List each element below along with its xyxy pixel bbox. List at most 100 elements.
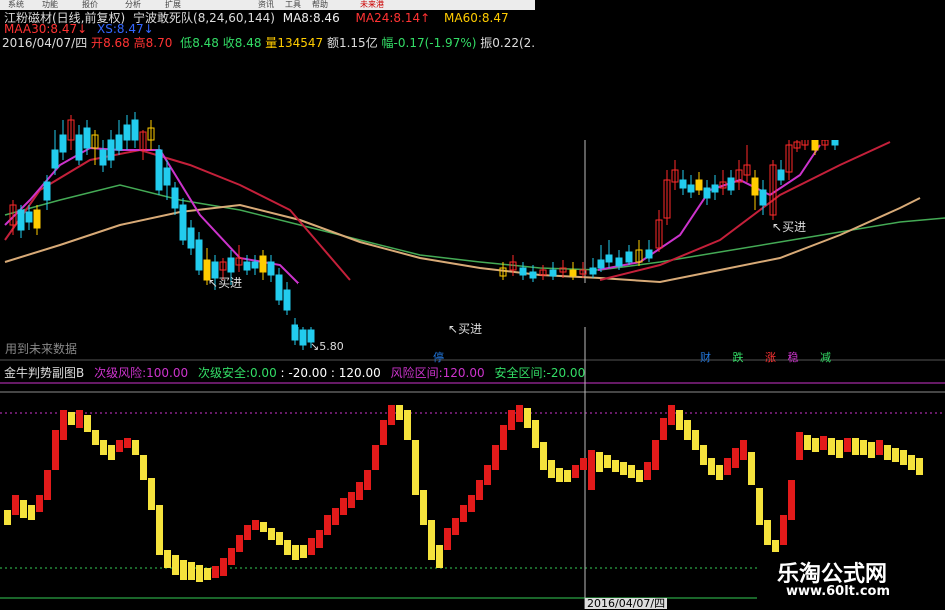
volume-label: 量: [265, 36, 278, 50]
oscillator-bar: [588, 450, 595, 490]
oscillator-bar: [188, 562, 195, 580]
amplitude-value: 0.22(2.: [492, 36, 536, 50]
maa30-value: 8.47↓: [50, 22, 88, 36]
candle-body: [251, 261, 259, 269]
occlusion-box-top: [535, 0, 945, 140]
open-value: 8.68: [103, 36, 130, 50]
candle-body: [179, 204, 187, 241]
candle-body: [519, 267, 527, 276]
oscillator-bar: [748, 452, 755, 485]
ma8-line-right: [597, 144, 821, 271]
ma60-value: 8.47: [481, 11, 509, 25]
oscillator-bar: [316, 530, 323, 548]
oscillator-bar: [412, 440, 419, 495]
sub-chart-title: 金牛判势副图B: [4, 366, 85, 380]
oscillator-bar: [788, 480, 795, 520]
info-line-3: 2016/04/07/四 开8.68 高8.70 低8.48 收8.48 量13…: [2, 35, 535, 52]
oscillator-bar: [172, 555, 179, 575]
oscillator-bar: [300, 545, 307, 558]
bottom-date-label: 2016/04/07/四: [585, 597, 668, 610]
oscillator-bar: [196, 565, 203, 582]
oscillator-bar: [844, 438, 851, 452]
candle-body: [259, 255, 267, 273]
oscillator-bar: [476, 480, 483, 500]
oscillator-bar: [812, 438, 819, 452]
oscillator-bar: [780, 515, 787, 545]
xs-label: XS:: [97, 22, 117, 36]
candle-body: [695, 179, 703, 191]
amount-label: 额: [326, 36, 339, 50]
oscillator-bar: [460, 505, 467, 522]
change-label: 幅: [381, 36, 394, 50]
sub-chart-info: 金牛判势副图B 次级风险:100.00 次级安全:0.00 : -20.00 :…: [4, 365, 585, 382]
oscillator-bar: [852, 438, 859, 455]
watermark-url: www.60lt.com: [786, 584, 891, 599]
ma24-label: MA24:: [355, 11, 394, 25]
riskzone-value: 120.00: [442, 366, 485, 380]
oscillator-bar: [692, 430, 699, 450]
candle-body: [589, 267, 597, 275]
candle-body: [597, 259, 605, 269]
oscillator-bar: [396, 405, 403, 420]
candle-body: [267, 261, 275, 276]
oscillator-bar: [716, 465, 723, 480]
signal-2: 跌: [732, 351, 744, 364]
xs-value: 8.47↓: [116, 22, 154, 36]
low-label: 低: [180, 36, 193, 50]
safezone-label: 安全区间:: [494, 366, 547, 380]
candle-body: [831, 139, 839, 146]
oscillator-bar: [380, 420, 387, 445]
oscillator-bar: [348, 492, 355, 508]
oscillator-bar: [892, 448, 899, 462]
buy-label-2: ↖买进: [448, 322, 483, 336]
ma8-value: 8.46: [312, 11, 340, 25]
candle-body: [25, 211, 33, 223]
oscillator-bar: [308, 538, 315, 555]
oscillator-bar: [20, 500, 27, 518]
oscillator-bar: [372, 445, 379, 470]
oscillator-bar: [260, 522, 267, 532]
oscillator-bar: [116, 440, 123, 452]
oscillator-bar: [436, 545, 443, 568]
oscillator-bar: [388, 405, 395, 425]
amplitude-label: 振: [480, 36, 493, 50]
candle-body: [43, 181, 51, 201]
oscillator-bar: [876, 440, 883, 455]
volume-value: 134547: [277, 36, 324, 50]
candle-body: [679, 179, 687, 189]
amount-value: 1.15亿: [338, 36, 378, 50]
oscillator-bar: [900, 450, 907, 465]
oscillator-bar: [204, 568, 211, 580]
candle-body: [751, 177, 759, 196]
xs-line: [4, 197, 921, 284]
candle-body: [275, 274, 283, 301]
oscillator-bar: [484, 465, 491, 485]
oscillator-bar: [724, 458, 731, 475]
oscillator-bar: [620, 462, 627, 475]
info-line-2: MAA30:8.47↓ XS:8.47↓: [4, 22, 154, 36]
risk-value: 100.00: [146, 366, 189, 380]
riskzone-label: 风险区间:: [390, 366, 443, 380]
oscillator-bar: [652, 440, 659, 470]
close-label: 收: [222, 36, 235, 50]
candle-body: [291, 324, 299, 341]
candle-body: [155, 149, 163, 191]
candle-body: [727, 177, 735, 191]
oscillator-bar: [500, 425, 507, 450]
oscillator-bar: [628, 465, 635, 478]
oscillator-bar: [236, 535, 243, 552]
oscillator-bar: [244, 525, 251, 540]
oscillator-bar: [516, 405, 523, 422]
oscillator-bar: [828, 438, 835, 455]
candle-body: [51, 149, 59, 169]
candle-body: [115, 134, 123, 151]
oscillator-bar: [636, 470, 643, 482]
candle-body: [645, 249, 653, 259]
oscillator-bar: [580, 458, 587, 470]
oscillator-bar: [84, 415, 91, 432]
oscillator-bar: [836, 440, 843, 458]
candle-body: [243, 261, 251, 271]
candle-body: [99, 149, 107, 166]
oscillator-bar: [52, 430, 59, 470]
buy-label-1: ↖买进: [208, 276, 243, 290]
